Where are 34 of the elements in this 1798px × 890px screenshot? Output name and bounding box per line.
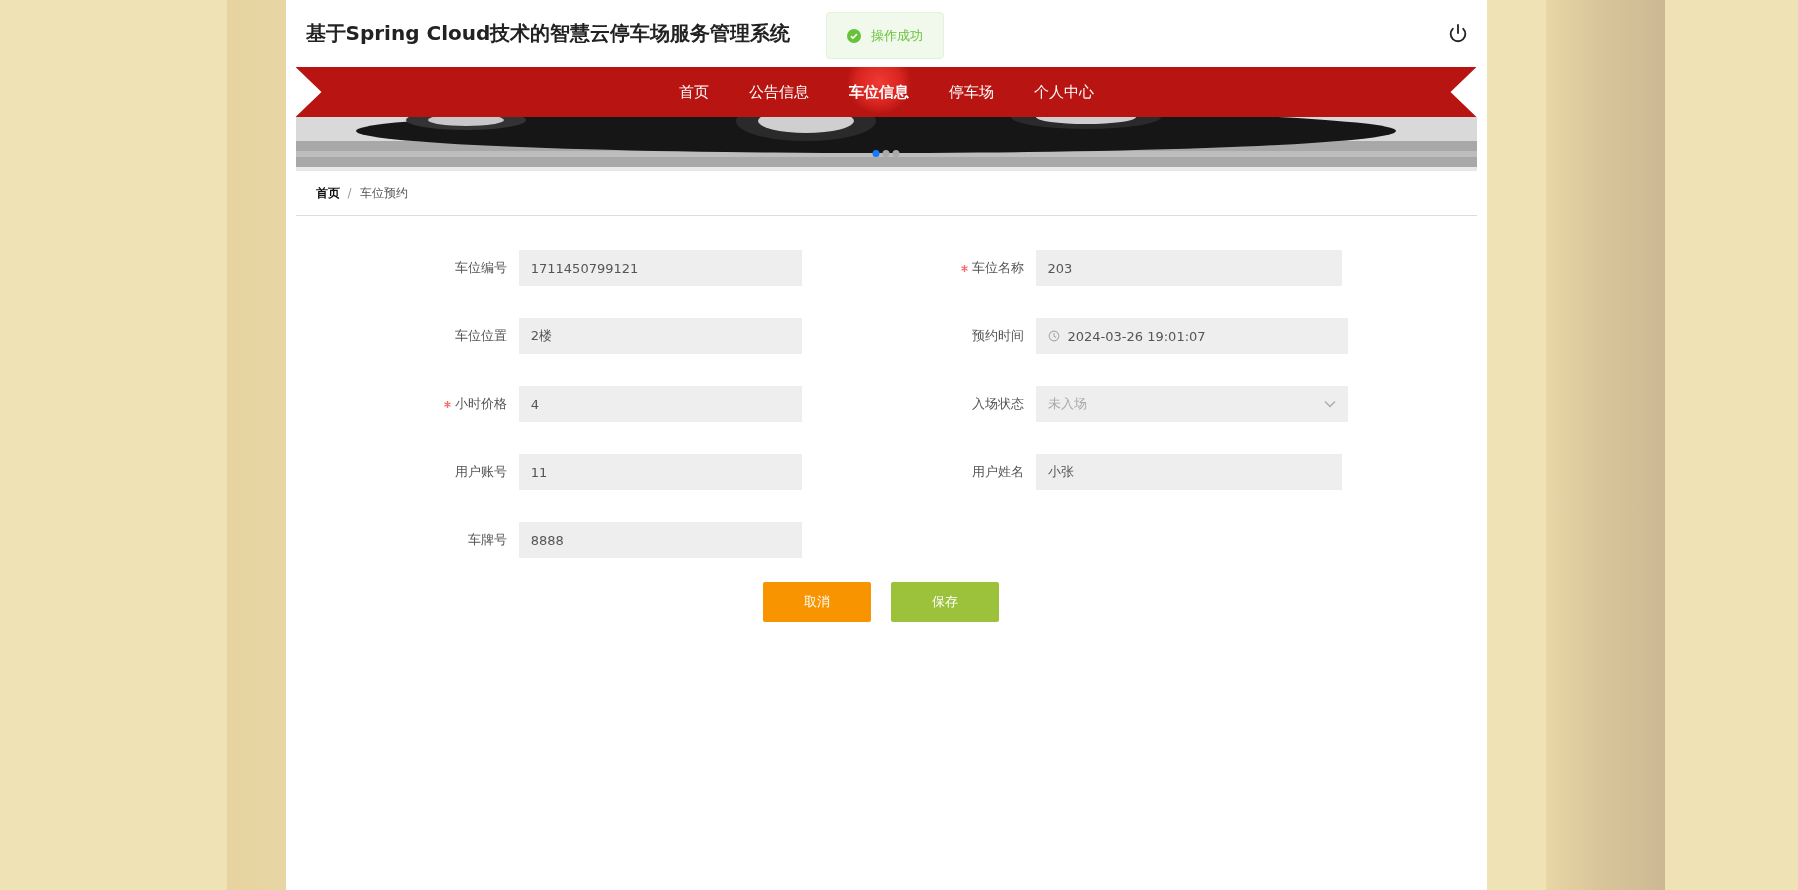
carousel-dot[interactable] <box>872 150 880 157</box>
site-title: 基于Spring Cloud技术的智慧云停车场服务管理系统 <box>305 20 791 47</box>
field-label: 车位名称 <box>971 259 1024 277</box>
breadcrumb-separator: / <box>347 186 352 200</box>
field-label: 入场状态 <box>971 395 1024 413</box>
field-label: 用户姓名 <box>971 463 1024 481</box>
carousel-dot[interactable] <box>892 150 900 157</box>
check-circle-icon <box>846 28 861 43</box>
nav-link[interactable]: 个人中心 <box>1013 67 1114 117</box>
input-field[interactable]: 11 <box>518 454 802 490</box>
field-label: 车位位置 <box>454 327 507 345</box>
breadcrumb-item[interactable]: 首页 <box>315 184 340 202</box>
required-icon <box>960 264 968 272</box>
input-field[interactable]: 小张 <box>1035 454 1342 490</box>
required-icon <box>443 400 451 408</box>
clock-icon <box>1047 330 1060 342</box>
nav-link[interactable]: 停车场 <box>928 67 1014 117</box>
breadcrumb-item[interactable]: 车位预约 <box>359 184 408 202</box>
nav-link[interactable]: 公告信息 <box>728 67 829 117</box>
field-label: 车位编号 <box>454 259 507 277</box>
field-label: 预约时间 <box>971 327 1024 345</box>
input-field[interactable]: 4 <box>518 386 802 422</box>
field-label: 用户账号 <box>454 463 507 481</box>
input-field[interactable]: 1711450799121 <box>518 250 802 286</box>
field-label: 小时价格 <box>454 395 507 413</box>
input-field[interactable]: 8888 <box>518 522 802 558</box>
input-field[interactable]: 203 <box>1035 250 1342 286</box>
input-field[interactable]: 2楼 <box>518 318 802 354</box>
carousel-dot[interactable] <box>882 150 890 157</box>
toast-message: 操作成功 <box>870 26 923 45</box>
field-label: 车牌号 <box>467 531 507 549</box>
chevron-down-icon <box>1323 400 1336 408</box>
date-field[interactable]: 2024-03-26 19:01:07 <box>1035 318 1348 354</box>
nav-link[interactable]: 首页 <box>658 67 729 117</box>
